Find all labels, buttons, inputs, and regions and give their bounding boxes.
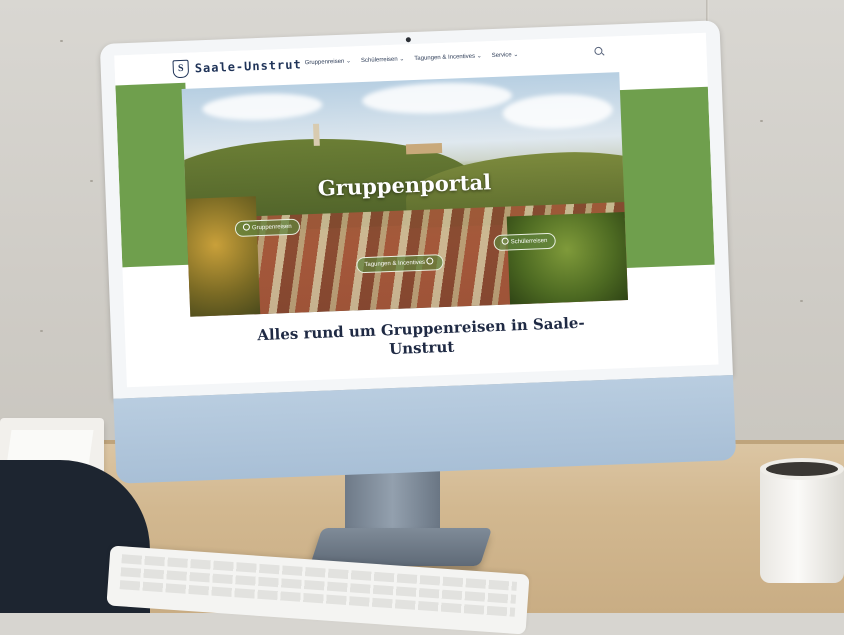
group-icon — [242, 223, 251, 231]
tagungen-button[interactable]: Tagungen & Incentives — [356, 254, 445, 274]
logo-shield-icon: S — [172, 59, 190, 79]
wall-speck — [40, 330, 43, 332]
wall-speck — [90, 180, 93, 182]
autumn-trees — [185, 196, 261, 317]
menu-item-tagungen[interactable]: Tagungen & Incentives ⌄ — [414, 52, 482, 62]
wall-speck — [60, 40, 63, 42]
page-headline: Alles rund um Gruppenreisen in Saale- Un… — [125, 309, 718, 370]
green-accent-left — [115, 82, 193, 268]
monitor-bezel: S Saale-Unstrut Gruppenreisen ⌄ Schülerr… — [99, 20, 733, 399]
green-accent-right — [615, 86, 715, 269]
castle — [405, 143, 443, 155]
cloud — [201, 91, 323, 123]
menu-item-schuelerreisen[interactable]: Schülerreisen ⌄ — [361, 55, 405, 64]
wall-speck — [760, 120, 763, 122]
schuelerreisen-button-label: Schülerreisen — [510, 238, 548, 246]
site-logo[interactable]: S Saale-Unstrut — [172, 55, 302, 79]
gruppenreisen-button[interactable]: Gruppenreisen — [234, 218, 300, 238]
green-trees — [506, 212, 628, 305]
wall-speck — [800, 300, 803, 302]
monitor: S Saale-Unstrut Gruppenreisen ⌄ Schülerr… — [99, 20, 737, 484]
camera-icon — [405, 37, 411, 43]
schuelerreisen-button[interactable]: Schülerreisen — [493, 232, 556, 252]
menu-item-gruppenreisen[interactable]: Gruppenreisen ⌄ — [305, 57, 352, 66]
monitor-screen: S Saale-Unstrut Gruppenreisen ⌄ Schülerr… — [114, 32, 719, 388]
cloud — [502, 92, 614, 131]
mug-opening — [766, 462, 838, 476]
cloud — [361, 80, 513, 117]
main-menu: Gruppenreisen ⌄ Schülerreisen ⌄ Tagungen… — [305, 51, 519, 66]
mug — [760, 465, 844, 583]
tagungen-button-label: Tagungen & Incentives — [364, 259, 426, 269]
menu-item-service[interactable]: Service ⌄ — [492, 51, 519, 59]
conference-icon — [426, 257, 434, 265]
hero-image: Gruppenportal Gruppenreisen Tagungen & I… — [181, 72, 628, 317]
search-icon[interactable] — [594, 46, 603, 56]
gruppenreisen-button-label: Gruppenreisen — [251, 223, 292, 232]
church-tower — [313, 123, 320, 146]
logo-text: Saale-Unstrut — [194, 57, 302, 76]
school-icon — [501, 237, 509, 245]
